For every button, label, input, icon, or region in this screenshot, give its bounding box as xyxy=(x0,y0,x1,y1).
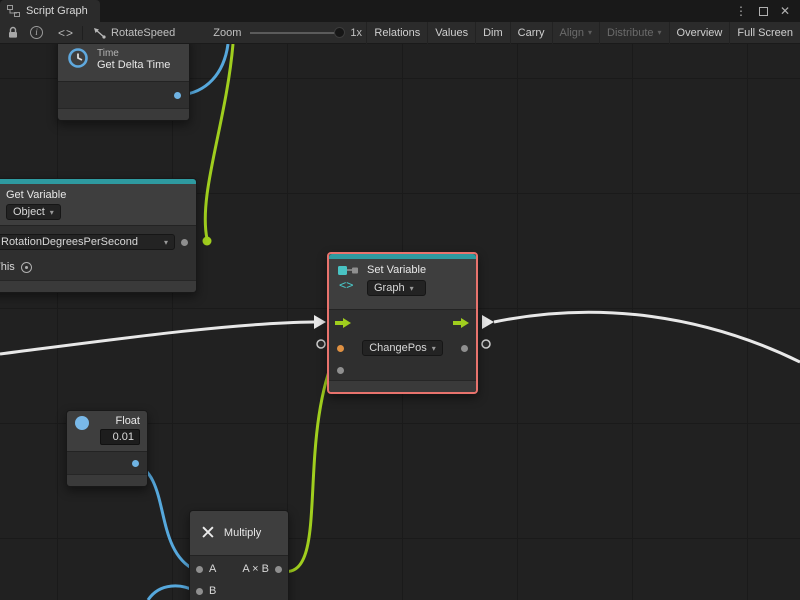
distribute-button: Distribute ▾ xyxy=(599,22,668,44)
multiply-b-port[interactable] xyxy=(196,588,203,595)
node-footer xyxy=(67,474,147,486)
object-picker-icon[interactable] xyxy=(21,262,32,273)
graph-asset-icon xyxy=(93,27,106,39)
node-float[interactable]: Float 0.01 xyxy=(66,410,148,487)
fallback-port[interactable] xyxy=(337,367,344,374)
variable-name-dropdown[interactable]: RotationDegreesPerSecond ▾ xyxy=(0,234,175,250)
chevron-down-icon: ▾ xyxy=(658,28,662,37)
wire-flow-left[interactable] xyxy=(0,322,314,354)
lock-icon[interactable] xyxy=(7,26,19,39)
variable-name-port[interactable] xyxy=(181,239,188,246)
graph-canvas[interactable]: Time Get Delta Time Get Variable Object … xyxy=(0,44,800,600)
chevron-down-icon: ▾ xyxy=(432,344,436,353)
multiply-icon: ✕ xyxy=(200,522,216,545)
script-graph-tab-icon xyxy=(7,5,20,17)
info-icon[interactable]: i xyxy=(30,26,43,39)
maximize-icon[interactable] xyxy=(759,7,768,16)
relations-button[interactable]: Relations xyxy=(366,22,427,44)
flow-in-port[interactable] xyxy=(335,317,352,329)
zoom-slider-knob[interactable] xyxy=(334,27,345,38)
port-a-label: A xyxy=(209,563,216,575)
svg-text:<>: <> xyxy=(339,278,353,292)
chevron-down-icon: ▾ xyxy=(164,238,168,247)
float-output-port[interactable] xyxy=(132,460,139,467)
tab-script-graph[interactable]: Script Graph xyxy=(0,0,100,22)
clock-icon xyxy=(66,46,90,73)
code-icon[interactable]: <> xyxy=(58,26,74,40)
toolbar-separator xyxy=(82,26,83,40)
float-icon xyxy=(74,415,90,447)
node-title: Multiply xyxy=(224,527,261,539)
set-variable-icon: <> xyxy=(337,264,361,304)
node-title: Get Delta Time xyxy=(97,59,170,71)
hollow-port-right[interactable] xyxy=(482,340,490,348)
variable-scope-dropdown[interactable]: Object ▾ xyxy=(6,204,61,220)
wire-value-blue-b[interactable] xyxy=(148,586,195,600)
node-footer xyxy=(0,280,196,292)
flow-arrowhead-right xyxy=(482,315,494,329)
tab-title: Script Graph xyxy=(26,5,88,17)
zoom-slider[interactable] xyxy=(250,32,342,34)
close-icon[interactable]: ✕ xyxy=(780,4,790,18)
node-title: Set Variable xyxy=(367,264,426,276)
variable-scope-dropdown[interactable]: Graph ▾ xyxy=(367,280,426,296)
float-value-field[interactable]: 0.01 xyxy=(100,429,140,445)
node-get-variable[interactable]: Get Variable Object ▾ RotationDegreesPer… xyxy=(0,178,197,293)
fullscreen-button[interactable]: Full Screen xyxy=(729,22,800,44)
node-multiply[interactable]: ✕ Multiply A A × B B xyxy=(189,510,289,600)
zoom-label: Zoom xyxy=(213,27,241,39)
node-get-delta-time[interactable]: Time Get Delta Time xyxy=(57,44,190,121)
values-button[interactable]: Values xyxy=(427,22,475,44)
port-result-label: A × B xyxy=(242,563,269,575)
multiply-a-port[interactable] xyxy=(196,566,203,573)
dim-button[interactable]: Dim xyxy=(475,22,510,44)
target-label: This xyxy=(0,261,15,273)
node-footer xyxy=(329,380,476,392)
toolbar-button-group: Relations Values Dim Carry Align ▾ Distr… xyxy=(366,22,800,44)
zoom-value: 1x xyxy=(350,27,362,39)
align-button: Align ▾ xyxy=(552,22,599,44)
kebab-menu-icon[interactable]: ⋮ xyxy=(735,4,747,18)
wire-green-endpoint xyxy=(203,237,212,246)
window-controls: ⋮ ✕ xyxy=(735,4,800,18)
variable-name-dropdown[interactable]: ChangePos ▾ xyxy=(362,340,443,356)
node-title: Get Variable xyxy=(6,187,188,204)
node-title: Float xyxy=(116,415,140,427)
node-caption: Time xyxy=(97,48,170,59)
unity-script-graph-window: Script Graph ⋮ ✕ i <> RotateSpeed Zoom xyxy=(0,0,800,600)
node-footer xyxy=(58,108,189,120)
chevron-down-icon: ▾ xyxy=(588,28,592,37)
node-set-variable[interactable]: <> Set Variable Graph ▾ xyxy=(327,252,478,394)
multiply-result-port[interactable] xyxy=(275,566,282,573)
hollow-port-left[interactable] xyxy=(317,340,325,348)
carry-button[interactable]: Carry xyxy=(510,22,552,44)
chevron-down-icon: ▾ xyxy=(410,284,414,293)
overview-button[interactable]: Overview xyxy=(669,22,730,44)
graph-name: RotateSpeed xyxy=(111,27,175,39)
flow-arrowhead-left xyxy=(314,315,326,329)
tab-bar: Script Graph ⋮ ✕ xyxy=(0,0,800,22)
wire-flow-right[interactable] xyxy=(494,312,800,362)
delta-time-output-port[interactable] xyxy=(174,92,181,99)
value-input-port[interactable] xyxy=(337,345,344,352)
graph-toolbar: i <> RotateSpeed Zoom 1x Relations Value… xyxy=(0,22,800,44)
flow-out-port[interactable] xyxy=(453,317,470,329)
chevron-down-icon: ▾ xyxy=(50,208,54,217)
port-b-label: B xyxy=(209,585,216,597)
value-output-port[interactable] xyxy=(461,345,468,352)
